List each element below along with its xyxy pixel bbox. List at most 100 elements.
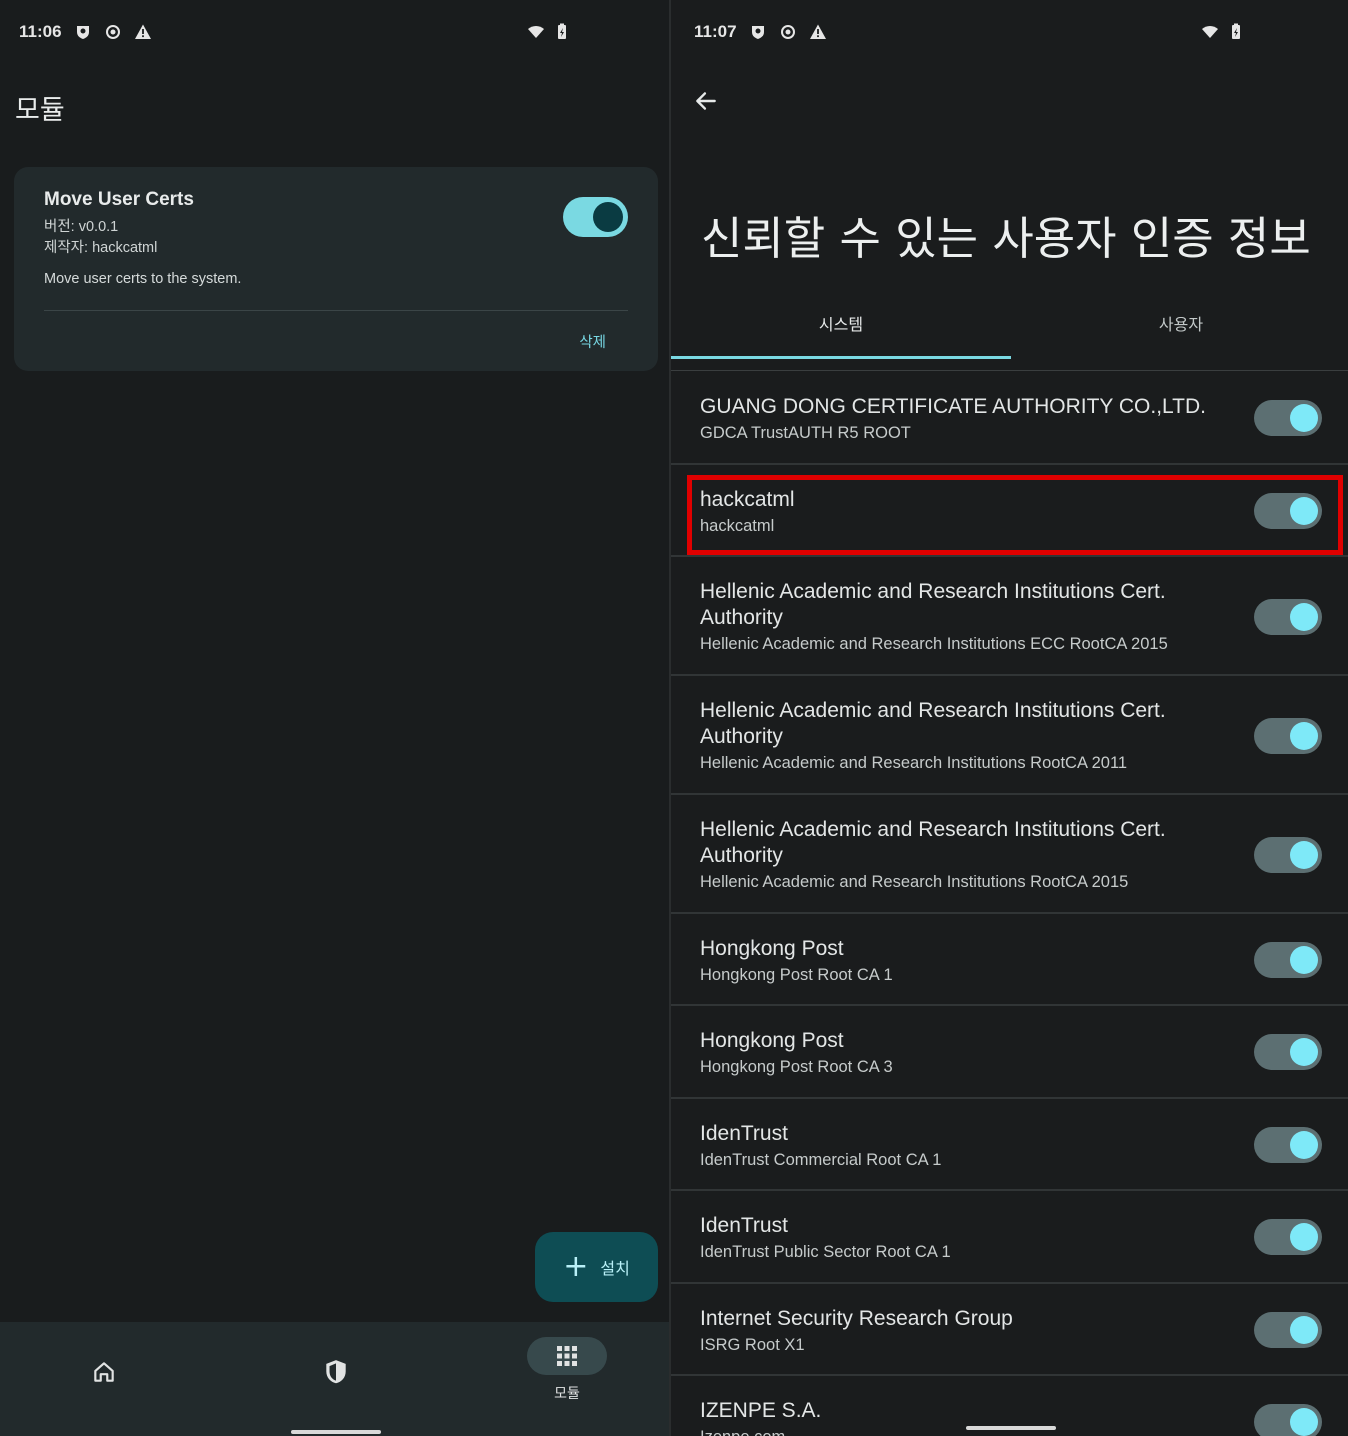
left-screen: 11:06 모듈 Move User Certs 버전: v0.0.1 제작자:…	[0, 0, 669, 1436]
cert-row[interactable]: Hongkong Post Hongkong Post Root CA 3	[671, 1006, 1348, 1099]
tab-user[interactable]: 사용자	[1011, 300, 1348, 360]
plus-icon: +	[563, 1249, 589, 1284]
cert-row[interactable]: IdenTrust IdenTrust Public Sector Root C…	[671, 1191, 1348, 1284]
shield-status-icon	[76, 26, 89, 39]
home-icon	[94, 1362, 114, 1382]
grid-icon	[557, 1346, 577, 1366]
tabs-divider	[671, 370, 1348, 371]
cert-toggle[interactable]	[1254, 493, 1322, 529]
cert-toggle[interactable]	[1254, 1127, 1322, 1163]
status-time: 11:07	[694, 22, 737, 41]
cert-toggle[interactable]	[1254, 1404, 1322, 1436]
tab-bar: 시스템 사용자	[671, 300, 1348, 360]
cert-title: Hongkong Post	[700, 937, 844, 960]
nav-modules[interactable]: 모듈	[527, 1322, 607, 1436]
cert-row[interactable]: hackcatml hackcatml	[671, 465, 1348, 557]
toggle-knob	[1290, 1131, 1318, 1159]
toggle-knob	[593, 202, 623, 232]
wifi-icon	[1202, 26, 1218, 38]
module-version: 버전: v0.0.1	[44, 219, 119, 235]
cert-subtitle: GDCA TrustAUTH R5 ROOT	[700, 424, 911, 442]
cert-title: Hellenic Academic and Research Instituti…	[700, 580, 1166, 629]
cert-subtitle: IdenTrust Commercial Root CA 1	[700, 1151, 942, 1169]
cert-row[interactable]: Hongkong Post Hongkong Post Root CA 1	[671, 914, 1348, 1006]
cert-toggle[interactable]	[1254, 1034, 1322, 1070]
nav-modules-active-pill	[527, 1337, 607, 1375]
toggle-knob	[1290, 497, 1318, 525]
delete-button[interactable]: 삭제	[579, 331, 606, 352]
shield-status-icon	[751, 26, 764, 39]
cert-toggle[interactable]	[1254, 718, 1322, 754]
bottom-navigation: 모듈	[0, 1322, 669, 1436]
toggle-knob	[1290, 722, 1318, 750]
cert-subtitle: ISRG Root X1	[700, 1336, 805, 1354]
cert-title: Internet Security Research Group	[700, 1307, 1013, 1330]
battery-icon	[1232, 23, 1240, 39]
cert-row[interactable]: IdenTrust IdenTrust Commercial Root CA 1	[671, 1099, 1348, 1191]
toggle-knob	[1290, 1316, 1318, 1344]
cert-title: Hellenic Academic and Research Instituti…	[700, 818, 1166, 867]
cert-toggle[interactable]	[1254, 942, 1322, 978]
cert-title: Hongkong Post	[700, 1029, 844, 1052]
record-status-icon	[105, 25, 120, 39]
toggle-knob	[1290, 1223, 1318, 1251]
status-bar: 11:07	[671, 14, 1348, 50]
cert-subtitle: Hellenic Academic and Research Instituti…	[700, 873, 1129, 891]
cert-row[interactable]: Hellenic Academic and Research Instituti…	[671, 795, 1348, 914]
tab-system[interactable]: 시스템	[671, 300, 1011, 360]
cert-title: IdenTrust	[700, 1214, 788, 1237]
cert-toggle[interactable]	[1254, 1312, 1322, 1348]
record-status-icon	[780, 25, 795, 39]
toggle-knob	[1290, 603, 1318, 631]
module-card: Move User Certs 버전: v0.0.1 제작자: hackcatm…	[14, 167, 658, 371]
module-enable-toggle[interactable]	[563, 197, 628, 237]
battery-icon	[558, 23, 566, 39]
wifi-icon	[528, 26, 544, 38]
right-screen: 11:07 신뢰할 수 있는 사용자 인증 정보 시스템 사용자 GUANG D…	[671, 0, 1348, 1436]
gesture-bar[interactable]	[291, 1430, 381, 1434]
cert-toggle[interactable]	[1254, 1219, 1322, 1255]
cert-toggle[interactable]	[1254, 400, 1322, 436]
cert-subtitle: Hongkong Post Root CA 3	[700, 1058, 893, 1076]
cert-subtitle: Hellenic Academic and Research Instituti…	[700, 635, 1168, 653]
shield-icon	[326, 1360, 346, 1384]
cert-row[interactable]: Internet Security Research Group ISRG Ro…	[671, 1284, 1348, 1376]
cert-subtitle: Hongkong Post Root CA 1	[700, 966, 893, 984]
cert-title: IdenTrust	[700, 1122, 788, 1145]
install-label: 설치	[600, 1259, 630, 1278]
cert-toggle[interactable]	[1254, 837, 1322, 873]
cert-row[interactable]: Hellenic Academic and Research Instituti…	[671, 676, 1348, 795]
cert-subtitle: Hellenic Academic and Research Instituti…	[700, 754, 1128, 772]
cert-row[interactable]: Hellenic Academic and Research Instituti…	[671, 557, 1348, 676]
cert-subtitle: Izenpe.com	[700, 1428, 785, 1436]
toggle-knob	[1290, 404, 1318, 432]
gesture-bar[interactable]	[966, 1426, 1056, 1430]
cert-title: GUANG DONG CERTIFICATE AUTHORITY CO.,LTD…	[700, 395, 1206, 418]
cert-subtitle: IdenTrust Public Sector Root CA 1	[700, 1243, 951, 1261]
module-author: 제작자: hackcatml	[44, 240, 158, 256]
cert-title: IZENPE S.A.	[700, 1399, 822, 1422]
toggle-knob	[1290, 841, 1318, 869]
toggle-knob	[1290, 1038, 1318, 1066]
status-time: 11:06	[19, 22, 62, 41]
install-fab[interactable]: + 설치	[535, 1232, 658, 1302]
module-description: Move user certs to the system.	[44, 271, 242, 287]
page-title: 모듈	[15, 95, 65, 126]
tab-indicator	[671, 356, 1011, 359]
cert-row[interactable]: GUANG DONG CERTIFICATE AUTHORITY CO.,LTD…	[671, 372, 1348, 465]
nav-superuser[interactable]	[296, 1322, 376, 1436]
warning-status-icon	[809, 24, 826, 39]
cert-toggle[interactable]	[1254, 599, 1322, 635]
back-arrow-icon[interactable]	[693, 88, 719, 114]
nav-home[interactable]	[64, 1322, 144, 1436]
card-divider	[44, 310, 628, 311]
page-title: 신뢰할 수 있는 사용자 인증 정보	[701, 212, 1311, 265]
cert-list: GUANG DONG CERTIFICATE AUTHORITY CO.,LTD…	[671, 372, 1348, 1436]
cert-title: hackcatml	[700, 488, 795, 511]
toggle-knob	[1290, 1408, 1318, 1436]
warning-status-icon	[134, 24, 151, 39]
cert-title: Hellenic Academic and Research Instituti…	[700, 699, 1166, 748]
nav-modules-label: 모듈	[554, 1386, 580, 1402]
status-bar: 11:06	[0, 14, 669, 50]
module-name: Move User Certs	[44, 189, 194, 210]
